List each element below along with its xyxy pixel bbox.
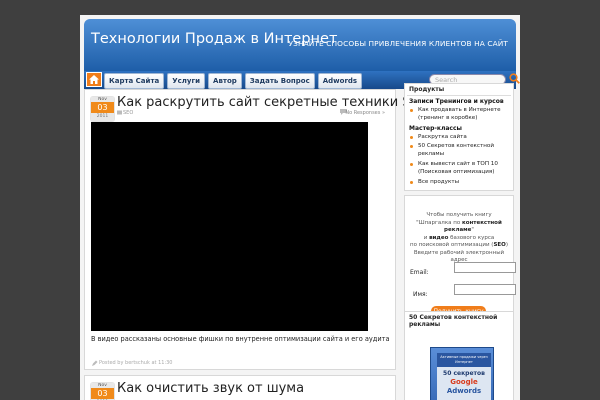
post-title-link[interactable]: Как раскрутить сайт секретные техники SE… [117, 95, 429, 110]
date-day: 03 [91, 388, 114, 399]
optin-widget: Чтобы получить книгу "Шпаргалка по конте… [404, 195, 516, 319]
page-container: Технологии Продаж в Интернет УЗНАЙТЕ СПО… [80, 15, 520, 400]
post-excerpt: В видео рассказаны основные фишки по вну… [91, 335, 390, 343]
optin-bold: рекламе [444, 227, 472, 233]
bullet-icon [410, 109, 413, 112]
nav-item-sitemap[interactable]: Карта Сайта [104, 73, 165, 89]
section-heading: Записи Тренингов и курсов [409, 98, 504, 105]
pencil-icon [92, 360, 98, 366]
optin-bold: видео [429, 234, 449, 241]
home-icon [89, 75, 99, 84]
post-date-badge: Nov 03 2011 [91, 97, 114, 121]
optin-line: "Шпаргалка по контекстной [409, 220, 509, 228]
optin-text-part: " [471, 227, 474, 233]
email-label: Email: [410, 269, 429, 276]
optin-text-part: базового курса [448, 234, 495, 241]
date-year: 2011 [91, 113, 114, 121]
optin-line: рекламе" [409, 227, 509, 235]
post-title-link[interactable]: Как очистить звук от шума [117, 381, 304, 396]
name-field[interactable] [454, 284, 516, 295]
product-link[interactable]: Все продукты [418, 178, 459, 186]
book-cover-number: 50 секретов [443, 370, 485, 377]
optin-bold: контекстной [461, 219, 502, 226]
optin-text-part: по поисковой оптимизации ( [410, 242, 494, 248]
post-category-link[interactable]: SEO [123, 110, 133, 116]
nav-item-adwords[interactable]: Adwords [317, 73, 363, 89]
post-meta: Posted by bertschuk at 11:30 [99, 360, 173, 366]
site-header: Технологии Продаж в Интернет УЗНАЙТЕ СПО… [84, 19, 516, 71]
book-widget: 50 Секретов контекстной рекламы Активные… [404, 311, 514, 400]
widget-title: Продукты [409, 86, 445, 93]
products-widget: Продукты Записи Тренингов и курсов Как п… [404, 83, 514, 191]
optin-text: Чтобы получить книгу "Шпаргалка по конте… [409, 212, 509, 265]
product-link[interactable]: Раскрутка сайта [418, 133, 467, 141]
bullet-icon [410, 181, 413, 184]
book-cover-title: Активные продажи через Интернет [437, 353, 491, 367]
optin-line: по поисковой оптимизации (SEO) [409, 242, 509, 250]
bullet-icon [410, 136, 413, 139]
product-link[interactable]: Как вывести сайт в ТОП 10 (Поисковая опт… [418, 160, 510, 176]
site-tagline: УЗНАЙТЕ СПОСОБЫ ПРИВЛЕЧЕНИЯ КЛИЕНТОВ НА … [288, 39, 508, 48]
optin-text-part: "Шпаргалка по [416, 219, 462, 226]
name-label: Имя: [413, 291, 428, 298]
section-heading: Мастер-классы [409, 125, 462, 132]
post-date-badge: Nov 03 2011 [91, 383, 114, 400]
email-field[interactable] [454, 262, 516, 273]
bullet-icon [410, 145, 413, 148]
nav-item-ask-question[interactable]: Задать Вопрос [244, 73, 315, 89]
optin-text-part: ) [505, 242, 508, 248]
nav-home-button[interactable] [86, 72, 102, 87]
product-link[interactable]: 50 Секретов контекстной рекламы [418, 142, 508, 158]
book-cover-adwords: Adwords [446, 387, 482, 395]
widget-title: 50 Секретов контекстной рекламы [409, 314, 498, 328]
optin-bold: SEO [493, 242, 506, 248]
bullet-icon [410, 163, 413, 166]
tag-icon [117, 110, 122, 115]
book-cover-image[interactable]: Активные продажи через Интернет 50 секре… [430, 347, 494, 400]
comments-link[interactable]: No Responses » [345, 110, 385, 116]
book-cover-google: Google [450, 378, 478, 386]
product-link[interactable]: Как продавать в Интернете (тренинг в кор… [418, 106, 510, 122]
post-article: Nov 03 2011 Как очистить звук от шума [84, 375, 396, 400]
post-article: Nov 03 2011 Как раскрутить сайт секретны… [84, 89, 429, 370]
divider [407, 95, 511, 96]
nav-item-author[interactable]: Автор [208, 73, 242, 89]
date-day: 03 [91, 102, 114, 113]
nav-item-services[interactable]: Услуги [167, 73, 206, 89]
optin-line: и видео базового курса [409, 235, 509, 243]
video-player[interactable] [91, 122, 368, 331]
book-cover: Активные продажи через Интернет 50 секре… [437, 353, 491, 400]
optin-line: Чтобы получить книгу [426, 212, 492, 218]
